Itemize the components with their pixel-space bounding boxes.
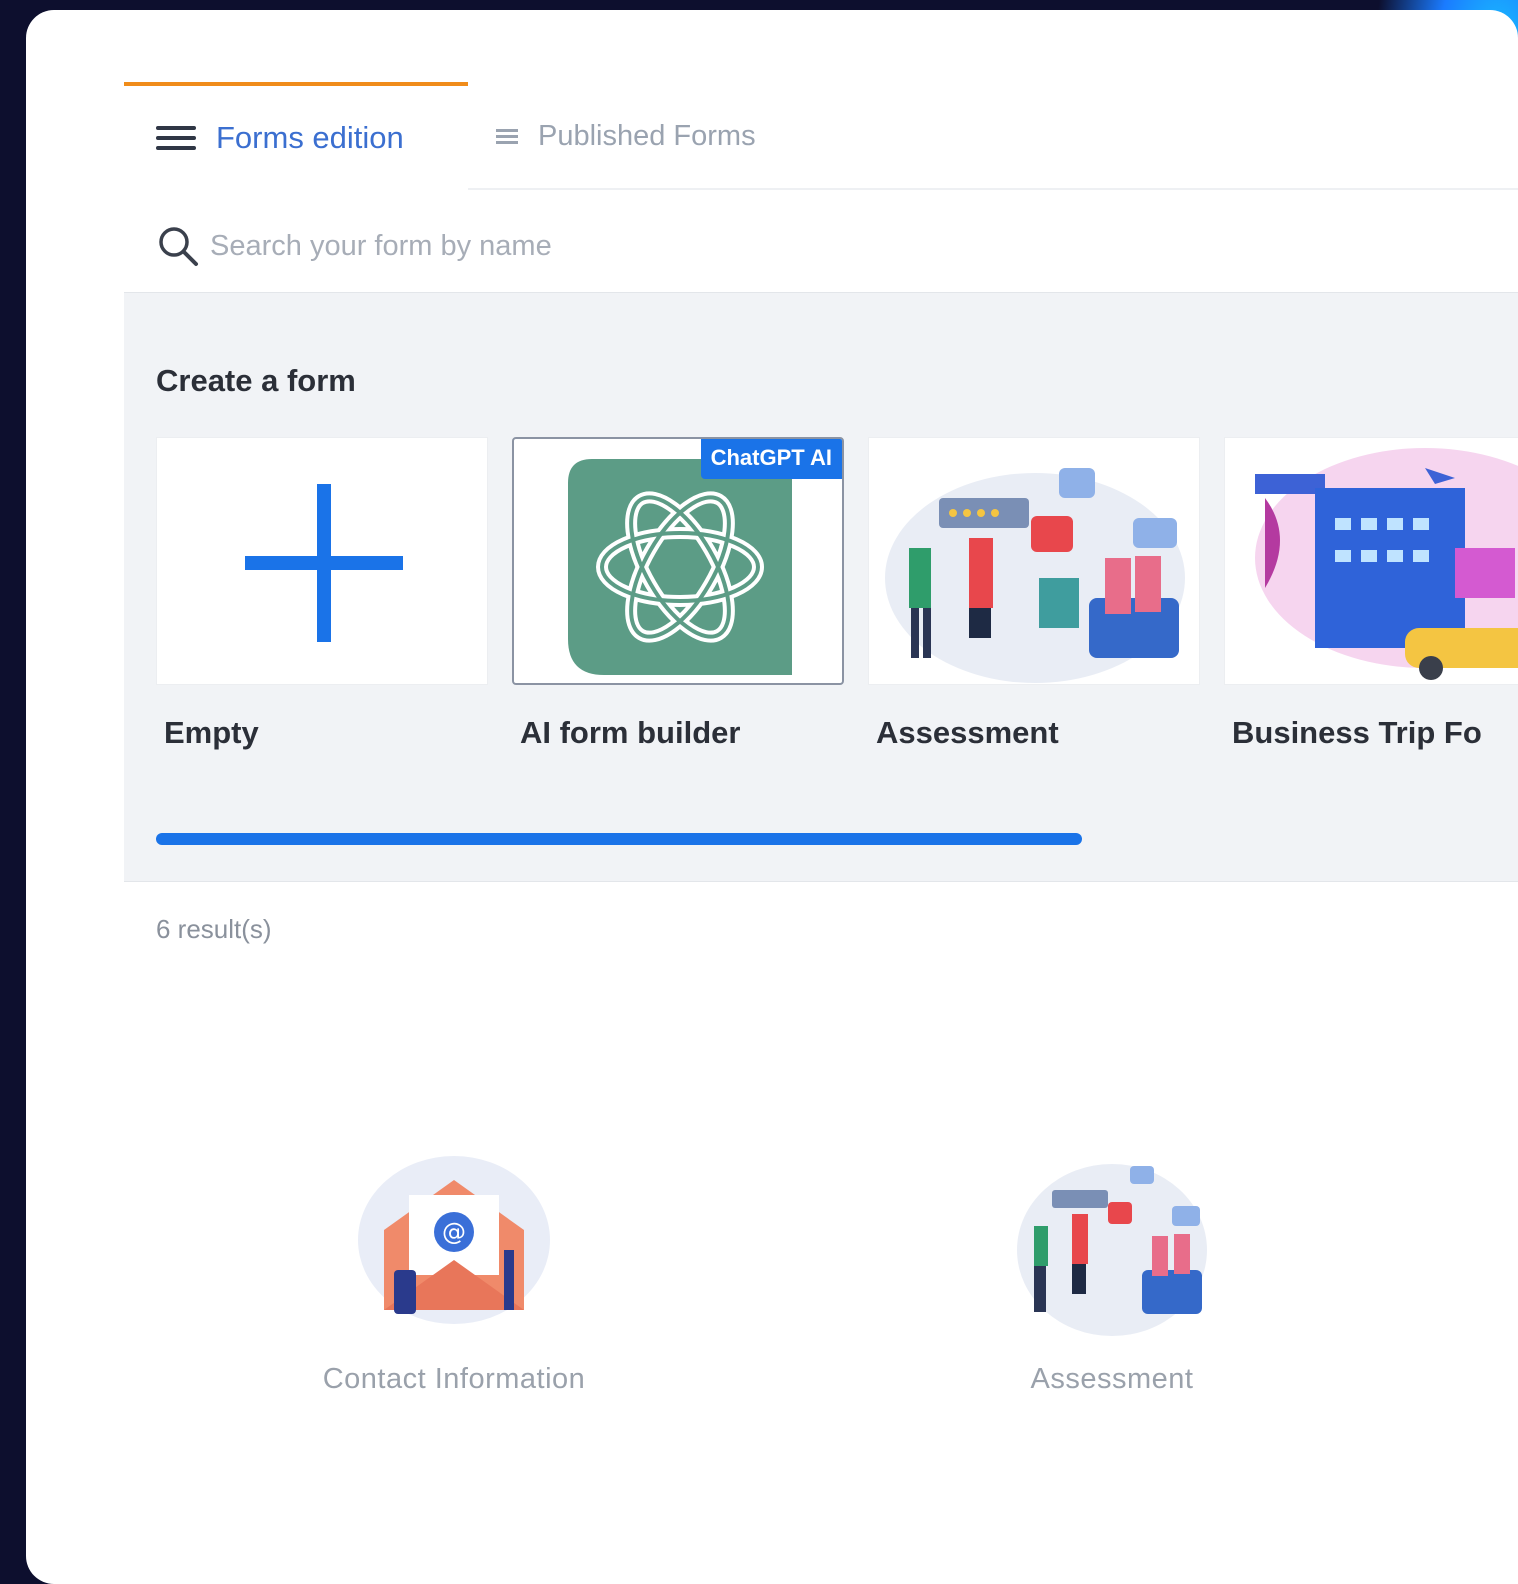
form-item-label: Contact Information — [322, 1363, 586, 1395]
template-card-assessment[interactable]: Assessment — [868, 437, 1200, 750]
card-label: Business Trip Fo — [1232, 715, 1482, 750]
card-thumbnail — [156, 437, 488, 685]
card-label: AI form builder — [520, 715, 741, 750]
search-icon — [159, 227, 198, 266]
card-label: Empty — [164, 715, 259, 750]
tab-published-forms[interactable]: Published Forms — [496, 82, 756, 190]
horizontal-scrollbar[interactable] — [156, 833, 1082, 845]
template-card-empty[interactable]: Empty — [156, 437, 488, 750]
menu-icon — [156, 120, 196, 156]
form-item-label: Assessment — [1030, 1363, 1194, 1395]
search-bar — [156, 216, 1012, 276]
form-item-assessment[interactable]: Assessment — [902, 1150, 1322, 1396]
list-icon — [496, 126, 518, 147]
form-item-contact-information[interactable]: @ Contact Information — [244, 1150, 664, 1396]
assessment-illustration — [885, 468, 1185, 683]
search-input[interactable] — [208, 228, 1012, 264]
template-card-business-trip[interactable]: Business Trip Fo — [1224, 437, 1518, 750]
card-thumbnail — [868, 437, 1200, 685]
tab-forms-edition-label: Forms edition — [216, 120, 404, 155]
tab-published-forms-label: Published Forms — [538, 119, 756, 152]
card-thumbnail — [1224, 437, 1518, 685]
tab-divider — [468, 188, 1518, 190]
contact-envelope-illustration: @ — [358, 1156, 550, 1324]
chatgpt-badge: ChatGPT AI — [700, 439, 842, 479]
assessment-illustration — [1017, 1164, 1207, 1336]
main-panel: Forms edition Published Forms Create a f… — [26, 10, 1518, 1584]
tab-forms-edition[interactable]: Forms edition — [124, 82, 468, 190]
tab-bar: Forms edition Published Forms — [124, 82, 1518, 192]
business-trip-illustration — [1255, 448, 1518, 680]
template-card-ai-form-builder[interactable]: ChatGPT AI AI form builder — [512, 437, 844, 750]
card-thumbnail: ChatGPT AI — [512, 437, 844, 685]
section-title: Create a form — [156, 363, 356, 398]
svg-text:@: @ — [442, 1218, 466, 1246]
card-label: Assessment — [876, 715, 1059, 750]
plus-icon — [245, 484, 403, 642]
create-form-section: Create a form Empty ChatGPT AI AI form b… — [124, 292, 1518, 882]
results-count: 6 result(s) — [156, 914, 272, 944]
